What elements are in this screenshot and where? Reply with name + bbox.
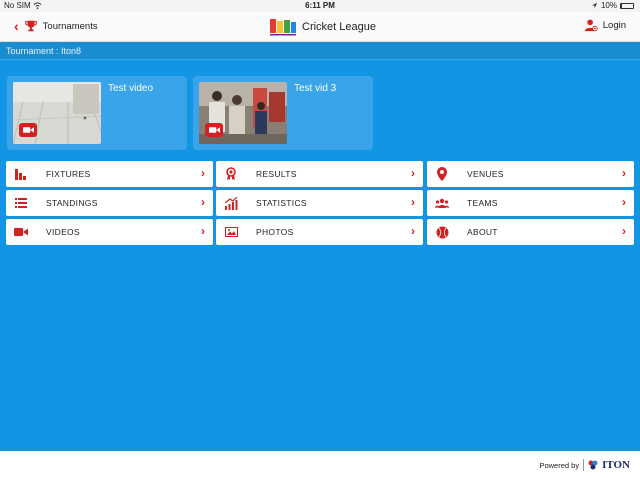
chevron-right-icon: › bbox=[411, 195, 415, 209]
login-label: Login bbox=[602, 19, 626, 31]
menu-label: STANDINGS bbox=[46, 198, 98, 208]
menu-label: FIXTURES bbox=[46, 169, 91, 179]
video-title: Test vid 3 bbox=[294, 83, 337, 94]
menu-teams[interactable]: TEAMS › bbox=[427, 190, 634, 216]
status-bar: No SIM 6:11 PM 10% bbox=[0, 0, 640, 12]
menu-label: STATISTICS bbox=[256, 198, 307, 208]
brand-name: ITON bbox=[602, 459, 630, 471]
login-button[interactable]: Login bbox=[584, 18, 626, 32]
divider bbox=[583, 459, 585, 471]
menu-label: RESULTS bbox=[256, 169, 297, 179]
powered-by-text: Powered by bbox=[539, 460, 580, 470]
group-icon bbox=[435, 196, 449, 210]
battery-icon bbox=[620, 2, 634, 9]
chevron-right-icon: › bbox=[411, 166, 415, 180]
chevron-right-icon: › bbox=[622, 224, 626, 238]
menu-label: TEAMS bbox=[467, 198, 498, 208]
chevron-right-icon: › bbox=[201, 166, 205, 180]
status-time: 6:11 PM bbox=[305, 1, 335, 10]
list-icon bbox=[14, 196, 28, 210]
back-label: Tournaments bbox=[42, 20, 98, 32]
video-card-2[interactable]: Test vid 3 bbox=[193, 76, 373, 150]
video-camera-icon bbox=[14, 225, 28, 239]
chevron-right-icon: › bbox=[622, 195, 626, 209]
footer: Powered by ITON bbox=[0, 451, 640, 478]
location-pin-icon bbox=[435, 167, 449, 181]
app-title: Cricket League bbox=[302, 21, 376, 33]
back-button[interactable]: ‹ Tournaments bbox=[14, 18, 98, 34]
trophy-icon bbox=[24, 20, 37, 32]
cricket-league-logo bbox=[270, 19, 296, 36]
video-thumbnail bbox=[199, 82, 287, 144]
medal-icon bbox=[224, 167, 238, 181]
chevron-right-icon: › bbox=[201, 195, 205, 209]
iton-logo-icon bbox=[588, 460, 598, 470]
status-right: 10% bbox=[591, 1, 634, 10]
menu-label: PHOTOS bbox=[256, 227, 294, 237]
video-title: Test video bbox=[108, 83, 154, 94]
bar-chart-icon bbox=[14, 167, 28, 181]
tournament-subheader: Tournament : Iton8 bbox=[0, 42, 640, 60]
navigation-bar: ‹ Tournaments Cricket League Login bbox=[0, 12, 640, 42]
menu-label: VENUES bbox=[467, 169, 504, 179]
menu-photos[interactable]: PHOTOS › bbox=[216, 219, 423, 245]
photo-icon bbox=[224, 225, 238, 239]
video-camera-icon bbox=[205, 123, 223, 137]
video-thumbnail bbox=[13, 82, 101, 144]
app-title-group: Cricket League bbox=[268, 17, 376, 37]
stats-icon bbox=[224, 196, 238, 210]
menu-statistics[interactable]: STATISTICS › bbox=[216, 190, 423, 216]
video-card-1[interactable]: Test video bbox=[7, 76, 187, 150]
menu-venues[interactable]: VENUES › bbox=[427, 161, 634, 187]
tournament-name: Tournament : Iton8 bbox=[6, 46, 82, 56]
location-arrow-icon bbox=[591, 2, 598, 9]
menu-standings[interactable]: STANDINGS › bbox=[6, 190, 213, 216]
chevron-right-icon: › bbox=[201, 224, 205, 238]
menu-label: VIDEOS bbox=[46, 227, 80, 237]
powered-by: Powered by ITON bbox=[539, 459, 630, 471]
battery-percent: 10% bbox=[600, 1, 617, 10]
video-camera-icon bbox=[19, 123, 37, 137]
chevron-left-icon: ‹ bbox=[14, 18, 19, 34]
menu-results[interactable]: RESULTS › bbox=[216, 161, 423, 187]
ball-icon bbox=[435, 225, 449, 239]
chevron-right-icon: › bbox=[411, 224, 415, 238]
menu-label: ABOUT bbox=[467, 227, 498, 237]
menu-fixtures[interactable]: FIXTURES › bbox=[6, 161, 213, 187]
chevron-right-icon: › bbox=[622, 166, 626, 180]
user-login-icon bbox=[584, 19, 598, 32]
menu-videos[interactable]: VIDEOS › bbox=[6, 219, 213, 245]
menu-about[interactable]: ABOUT › bbox=[427, 219, 634, 245]
